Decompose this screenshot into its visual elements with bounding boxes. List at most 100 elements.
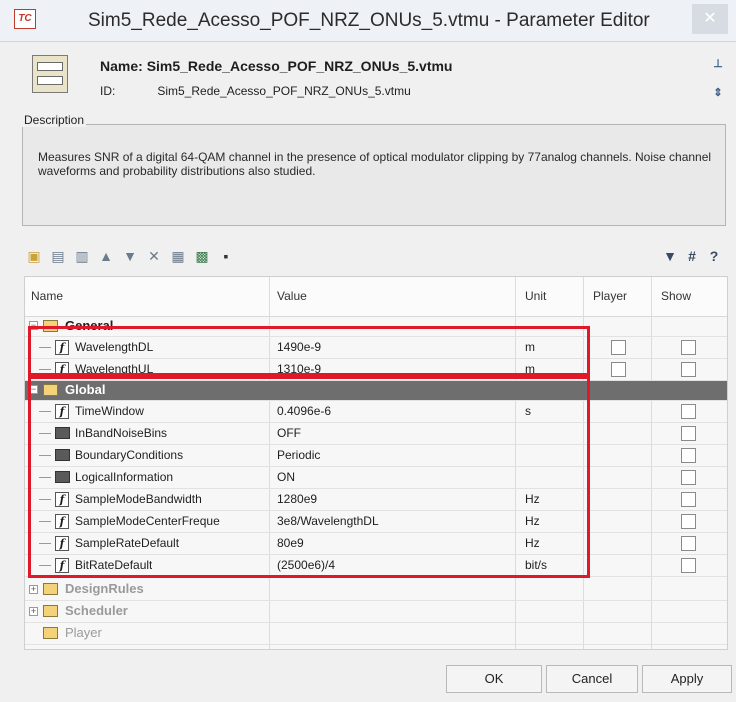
function-icon: f: [55, 514, 69, 529]
grid-icon[interactable]: #: [682, 246, 702, 266]
param-name: BoundaryConditions: [75, 448, 184, 462]
show-checkbox[interactable]: [681, 340, 696, 355]
param-value[interactable]: Periodic: [277, 448, 320, 462]
expand-icon[interactable]: +: [29, 585, 38, 594]
param-name: LogicalInformation: [75, 470, 174, 484]
function-icon: f: [55, 404, 69, 419]
show-checkbox[interactable]: [681, 514, 696, 529]
show-checkbox[interactable]: [681, 362, 696, 377]
close-button[interactable]: ✕: [692, 4, 728, 34]
help-icon[interactable]: ?: [704, 246, 724, 266]
description-text: Measures SNR of a digital 64-QAM channel…: [38, 150, 712, 178]
apply-button[interactable]: Apply: [642, 665, 732, 693]
function-icon: f: [55, 492, 69, 507]
param-value[interactable]: ON: [277, 470, 295, 484]
show-checkbox[interactable]: [681, 492, 696, 507]
choice-folder-icon: [55, 471, 70, 483]
move-down-icon[interactable]: ▼: [120, 246, 140, 266]
column-header-unit[interactable]: Unit: [525, 289, 546, 303]
folder-icon: [43, 384, 58, 396]
table-row[interactable]: f SampleModeBandwidth 1280e9 Hz: [25, 489, 727, 511]
show-checkbox[interactable]: [681, 536, 696, 551]
show-checkbox[interactable]: [681, 404, 696, 419]
column-header-name[interactable]: Name: [31, 289, 63, 303]
param-unit: m: [525, 340, 535, 354]
param-value[interactable]: 0.4096e-6: [277, 404, 331, 418]
column-header-player[interactable]: Player: [593, 289, 627, 303]
expand-icon[interactable]: +: [29, 607, 38, 616]
table-row[interactable]: f WavelengthUL 1310e-9 m: [25, 359, 727, 381]
component-icon: [32, 55, 68, 93]
table-header: Name Value Unit Player Show: [25, 277, 727, 317]
description-label: Description: [22, 113, 87, 127]
save-icon[interactable]: ▪: [216, 246, 236, 266]
collapse-icon[interactable]: −: [29, 321, 38, 330]
table-row[interactable]: LogicalInformation ON: [25, 467, 727, 489]
param-value[interactable]: 1490e-9: [277, 340, 321, 354]
show-checkbox[interactable]: [681, 470, 696, 485]
name-label: Name:: [100, 58, 143, 74]
table-row[interactable]: f WavelengthDL 1490e-9 m: [25, 337, 727, 359]
group-label: Global: [65, 382, 106, 397]
id-row: ID: Sim5_Rede_Acesso_POF_NRZ_ONUs_5.vtmu: [100, 84, 411, 98]
show-checkbox[interactable]: [681, 426, 696, 441]
group-row-general[interactable]: − General: [25, 317, 727, 337]
column-header-show[interactable]: Show: [661, 289, 691, 303]
param-value[interactable]: 80e9: [277, 536, 304, 550]
group-label: Scheduler: [65, 603, 128, 618]
show-checkbox[interactable]: [681, 448, 696, 463]
add-folder-icon[interactable]: ▣: [24, 246, 44, 266]
param-name: InBandNoiseBins: [75, 426, 168, 440]
group-row-design-rules[interactable]: + DesignRules: [25, 579, 727, 601]
id-value: Sim5_Rede_Acesso_POF_NRZ_ONUs_5.vtmu: [157, 84, 411, 98]
delete-icon[interactable]: ✕: [144, 246, 164, 266]
param-name: BitRateDefault: [75, 558, 153, 572]
player-checkbox[interactable]: [611, 340, 626, 355]
table-row[interactable]: f SampleRateDefault 80e9 Hz: [25, 533, 727, 555]
show-checkbox[interactable]: [681, 558, 696, 573]
table-row[interactable]: InBandNoiseBins OFF: [25, 423, 727, 445]
copy-icon[interactable]: ▤: [48, 246, 68, 266]
param-name: WavelengthUL: [75, 362, 154, 376]
title-bar: TC Sim5_Rede_Acesso_POF_NRZ_ONUs_5.vtmu …: [0, 0, 736, 42]
ok-button[interactable]: OK: [446, 665, 542, 693]
move-up-icon[interactable]: ▲: [96, 246, 116, 266]
cancel-button[interactable]: Cancel: [546, 665, 638, 693]
table-row[interactable]: f BitRateDefault (2500e6)/4 bit/s: [25, 555, 727, 577]
table-row[interactable]: f SampleModeCenterFreque 3e8/WavelengthD…: [25, 511, 727, 533]
param-value[interactable]: 3e8/WavelengthDL: [277, 514, 379, 528]
app-logo-icon: TC: [14, 9, 36, 29]
name-row: Name: Sim5_Rede_Acesso_POF_NRZ_ONUs_5.vt…: [100, 58, 452, 74]
parameter-table: Name Value Unit Player Show − General f …: [24, 276, 728, 650]
table-row[interactable]: f TimeWindow 0.4096e-6 s: [25, 401, 727, 423]
pin-icon[interactable]: ⊥: [710, 57, 726, 71]
collapse-icon[interactable]: ⇕: [710, 86, 726, 100]
param-unit: m: [525, 362, 535, 376]
param-name: WavelengthDL: [75, 340, 154, 354]
choice-folder-icon: [55, 449, 70, 461]
edit-icon[interactable]: ▩: [192, 246, 212, 266]
group-row-player[interactable]: Player: [25, 623, 727, 645]
document-icon[interactable]: ▦: [168, 246, 188, 266]
folder-icon: [43, 627, 58, 639]
group-row-global[interactable]: − Global: [25, 381, 727, 401]
collapse-icon[interactable]: −: [29, 385, 38, 394]
param-value[interactable]: (2500e6)/4: [277, 558, 335, 572]
column-header-value[interactable]: Value: [277, 289, 307, 303]
param-name: SampleRateDefault: [75, 536, 180, 550]
folder-icon: [43, 583, 58, 595]
param-value[interactable]: 1310e-9: [277, 362, 321, 376]
filter-icon[interactable]: ▼: [660, 246, 680, 266]
player-checkbox[interactable]: [611, 362, 626, 377]
function-icon: f: [55, 340, 69, 355]
group-row-scheduler[interactable]: + Scheduler: [25, 601, 727, 623]
param-unit: Hz: [525, 536, 540, 550]
param-name: SampleModeBandwidth: [75, 492, 202, 506]
function-icon: f: [55, 362, 69, 377]
table-row[interactable]: BoundaryConditions Periodic: [25, 445, 727, 467]
param-value[interactable]: OFF: [277, 426, 301, 440]
param-unit: Hz: [525, 492, 540, 506]
paste-icon[interactable]: ▥: [72, 246, 92, 266]
param-value[interactable]: 1280e9: [277, 492, 317, 506]
param-unit: bit/s: [525, 558, 548, 572]
